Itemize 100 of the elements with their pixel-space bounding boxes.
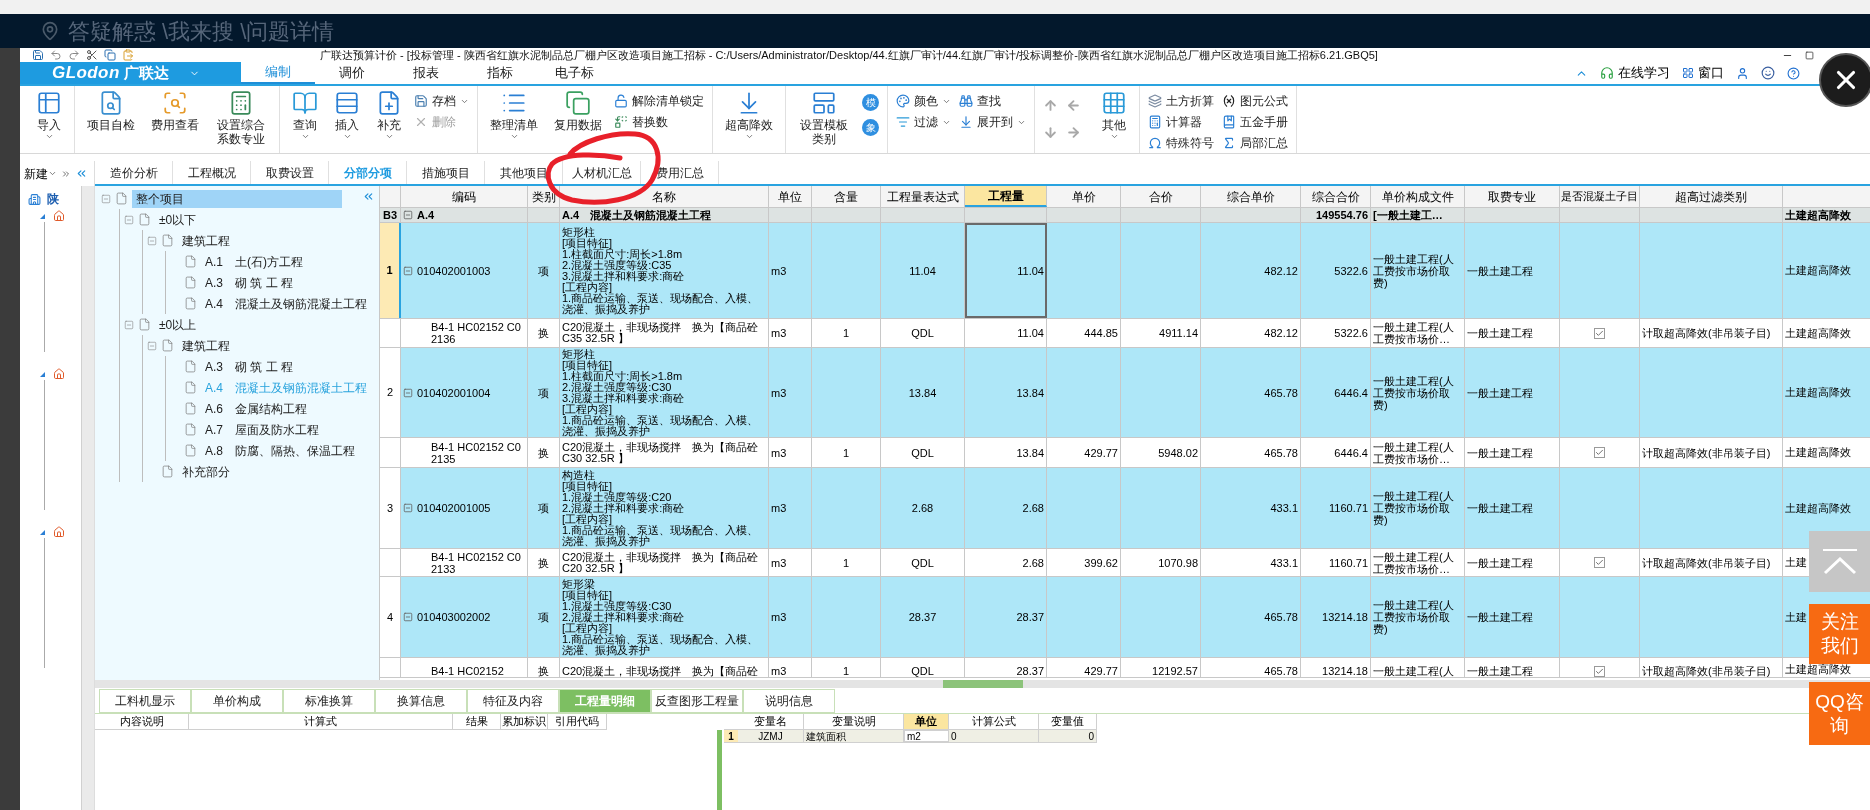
expand-icon[interactable] (61, 168, 71, 179)
row-number[interactable]: 3 (380, 468, 401, 548)
back-to-top-button[interactable] (1809, 531, 1870, 592)
tree-item[interactable]: ±0以上 (155, 315, 201, 334)
column-header[interactable]: 单位 (769, 186, 812, 207)
column-header[interactable]: 单位 (904, 714, 949, 729)
menu-tab[interactable]: 编制 (241, 62, 315, 84)
detail-tab[interactable]: 标准换算 (283, 689, 375, 713)
ribbon-button[interactable]: 特殊符号 (1148, 134, 1214, 152)
restore-icon[interactable] (1805, 50, 1814, 60)
collapse-icon[interactable] (403, 503, 413, 513)
column-header[interactable]: 内容说明 (95, 714, 189, 729)
ribbon-button[interactable]: 查找 (959, 92, 1026, 110)
view-tab[interactable]: 其他项目 (485, 161, 563, 184)
row-number[interactable]: B3 (380, 208, 401, 222)
new-button[interactable]: 新建 (24, 164, 57, 183)
ribbon-button[interactable]: 展开到 (959, 113, 1026, 131)
column-header[interactable]: 超高过滤类别 (1640, 186, 1783, 207)
tree-item[interactable]: 整个项目 (132, 189, 342, 208)
menu-tab[interactable]: 报表 (389, 62, 463, 84)
column-header[interactable]: 变量值 (1039, 714, 1097, 729)
detail-tab[interactable]: 说明信息 (743, 689, 835, 713)
menu-tab[interactable]: 指标 (463, 62, 537, 84)
tree-item[interactable]: ±0以下 (155, 210, 201, 229)
expand-triangle-icon[interactable] (40, 213, 45, 219)
ribbon-button[interactable]: 查询 (288, 90, 322, 141)
ribbon-button[interactable]: 设置综合系数专业 (211, 90, 271, 146)
checkbox[interactable] (1594, 557, 1605, 568)
checkbox[interactable] (1594, 447, 1605, 458)
ribbon-button[interactable]: 补充 (372, 90, 406, 141)
online-learning-button[interactable]: 在线学习 (1600, 63, 1670, 83)
ribbon-button[interactable]: 局部汇总 (1222, 134, 1288, 152)
tree-item[interactable]: A.1 土(石)方工程 (201, 252, 307, 271)
column-header[interactable]: 是否混凝土子目 (1560, 186, 1640, 207)
column-header[interactable]: 单价构成文件 (1371, 186, 1465, 207)
checkbox[interactable] (1594, 666, 1605, 677)
ribbon-button[interactable]: 计算器 (1148, 113, 1214, 131)
ribbon-button[interactable]: 存档 (414, 92, 469, 110)
view-tab[interactable]: 措施项目 (407, 161, 485, 184)
ribbon-button[interactable]: 其他 (1097, 90, 1131, 141)
cut-icon[interactable] (86, 49, 98, 61)
ribbon-button[interactable]: 费用查看 (147, 90, 203, 132)
collapse-icon[interactable] (101, 193, 111, 204)
tree-item[interactable]: A.3 砌 筑 工 程 (201, 357, 298, 376)
column-header[interactable]: 累加标识 (501, 714, 548, 729)
collapse-icon[interactable] (124, 319, 134, 330)
detail-tab[interactable]: 工料机显示 (99, 689, 191, 713)
ribbon-button[interactable]: 过滤 (896, 113, 951, 131)
paste-icon[interactable] (122, 49, 134, 61)
expand-triangle-icon[interactable] (40, 371, 45, 377)
checkbox[interactable] (1594, 327, 1605, 339)
row-number[interactable]: 4 (380, 577, 401, 657)
undo-icon[interactable] (50, 49, 62, 61)
ribbon-button[interactable]: 复用数据 (550, 90, 606, 132)
face-icon[interactable] (1761, 66, 1775, 80)
tree-item[interactable]: 建筑工程 (178, 231, 234, 250)
row-number[interactable]: 1 (380, 223, 401, 318)
menu-tab[interactable]: 电子标 (537, 62, 611, 84)
tree-item[interactable]: A.3 砌 筑 工 程 (201, 273, 298, 292)
collapse-icon[interactable] (124, 214, 134, 225)
column-header[interactable]: 工程量 (965, 186, 1047, 207)
view-tab[interactable]: 取费设置 (251, 161, 329, 184)
collapse-icon[interactable] (403, 210, 413, 220)
collapse-icon[interactable] (403, 612, 413, 622)
help-icon[interactable] (1787, 66, 1800, 80)
arrow-right-icon[interactable] (1066, 125, 1081, 140)
column-header[interactable]: 引用代码 (548, 714, 607, 729)
window-menu-button[interactable]: 窗口 (1682, 63, 1724, 83)
column-header[interactable]: 单价 (1047, 186, 1121, 207)
view-tab[interactable]: 人材机汇总 (563, 161, 641, 184)
ribbon-button[interactable]: 解除清单锁定 (614, 92, 704, 110)
detail-tab[interactable]: 反查图形工程量 (651, 689, 743, 713)
collapse-panel-icon[interactable] (362, 190, 375, 203)
focused-cell[interactable]: 11.04 (965, 223, 1047, 318)
expand-triangle-icon[interactable] (40, 529, 45, 535)
arrow-down-icon[interactable] (1043, 125, 1058, 140)
column-header[interactable]: 取费专业 (1465, 186, 1560, 207)
ribbon-button[interactable]: 替换数 (614, 113, 704, 131)
collapse-icon[interactable] (403, 265, 413, 276)
column-header[interactable]: 结果 (453, 714, 501, 729)
view-tab[interactable]: 工程概况 (173, 161, 251, 184)
collapse-icon[interactable] (147, 340, 157, 351)
collapse-icon[interactable] (403, 387, 413, 398)
tree-item[interactable]: A.8 防腐、隔热、保温工程 (201, 441, 359, 460)
column-header[interactable]: 名称 (560, 186, 769, 207)
ribbon-button[interactable]: 五金手册 (1222, 113, 1288, 131)
detail-tab[interactable]: 特征及内容 (467, 689, 559, 713)
menu-tab[interactable]: 调价 (315, 62, 389, 84)
collapse-icon[interactable] (75, 167, 88, 180)
column-header[interactable]: 计算式 (189, 714, 453, 729)
ribbon-button[interactable]: 设置模板类别 (794, 90, 854, 146)
tree-item[interactable]: 补充部分 (178, 462, 234, 481)
column-header[interactable]: 含量 (812, 186, 881, 207)
ribbon-button[interactable]: 图元公式 (1222, 92, 1288, 110)
redo-icon[interactable] (68, 49, 80, 61)
tree-item[interactable]: A.6 金属结构工程 (201, 399, 311, 418)
ribbon-button[interactable]: 超高降效 (721, 90, 777, 141)
ribbon-button[interactable]: 导入 (32, 90, 66, 141)
column-header[interactable]: 综合单价 (1201, 186, 1301, 207)
save-icon[interactable] (32, 49, 44, 61)
